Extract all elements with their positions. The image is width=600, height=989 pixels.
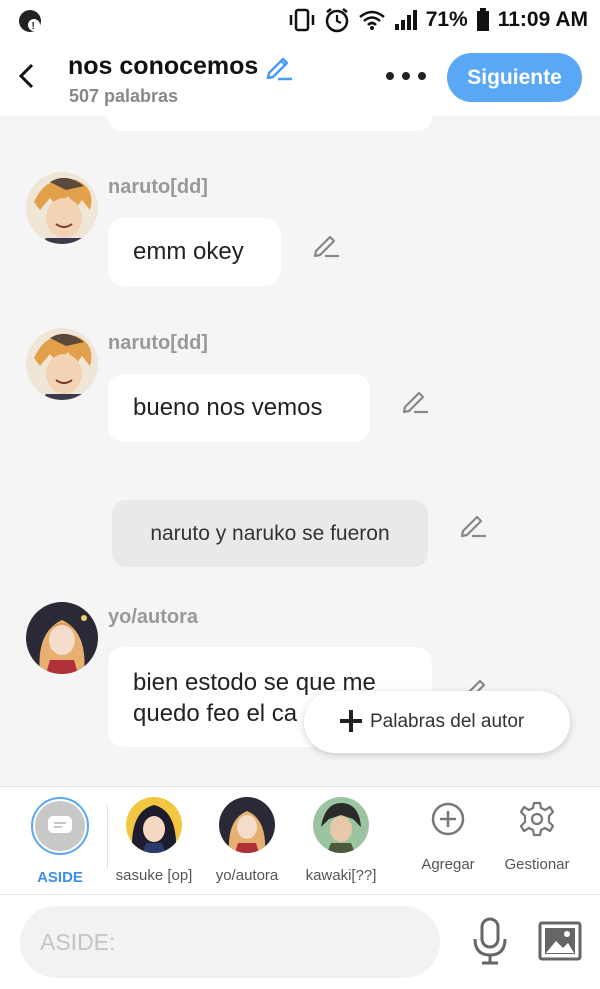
character-sasuke[interactable]: sasuke [op] bbox=[109, 797, 199, 887]
add-character-button[interactable]: Agregar bbox=[408, 801, 488, 873]
edit-title-icon[interactable] bbox=[264, 51, 294, 81]
character-avatar bbox=[313, 797, 369, 853]
plus-icon bbox=[340, 710, 362, 732]
header: nos conocemos 507 palabras Siguiente bbox=[0, 40, 600, 116]
speech-bubble-icon bbox=[48, 816, 72, 833]
avatar-image bbox=[26, 602, 98, 674]
edit-message-icon[interactable] bbox=[312, 230, 342, 260]
chat-area[interactable]: naruto[dd] emm okey naruto[dd] bueno nos… bbox=[0, 116, 600, 786]
signal-icon bbox=[394, 10, 417, 30]
character-avatar bbox=[126, 797, 182, 853]
wifi-icon bbox=[358, 10, 385, 30]
message-bubble[interactable]: bueno nos vemos bbox=[108, 374, 370, 442]
back-arrow-icon bbox=[18, 63, 34, 89]
gear-icon bbox=[519, 801, 555, 837]
avatar-image bbox=[26, 172, 98, 244]
notification-icon: ! bbox=[19, 10, 41, 32]
message-input[interactable] bbox=[20, 906, 440, 978]
story-title[interactable]: nos conocemos bbox=[68, 52, 258, 81]
dot-icon bbox=[386, 72, 394, 80]
microphone-icon[interactable] bbox=[470, 917, 510, 965]
more-options-button[interactable] bbox=[386, 64, 426, 88]
character-bar: ASIDE sasuke [op] yo/autora kawaki[??] A… bbox=[0, 786, 600, 894]
author-words-label: Palabras del autor bbox=[370, 711, 525, 732]
input-bar bbox=[0, 894, 600, 989]
image-icon[interactable] bbox=[538, 921, 582, 961]
manage-button[interactable]: Gestionar bbox=[497, 801, 577, 873]
edit-message-icon[interactable] bbox=[401, 386, 431, 416]
divider bbox=[107, 805, 108, 869]
character-label: kawaki[??] bbox=[305, 867, 377, 884]
next-button[interactable]: Siguiente bbox=[447, 53, 582, 102]
character-kawaki[interactable]: kawaki[??] bbox=[296, 797, 386, 887]
author-words-button[interactable]: Palabras del autor bbox=[304, 691, 570, 753]
status-bar: ! 71% 11:09 AM bbox=[0, 0, 600, 40]
add-circle-icon bbox=[431, 802, 465, 836]
character-yo-autora[interactable]: yo/autora bbox=[202, 797, 292, 887]
character-avatar bbox=[219, 797, 275, 853]
clock: 11:09 AM bbox=[497, 8, 588, 31]
author-name: naruto[dd] bbox=[108, 176, 208, 198]
alarm-icon bbox=[325, 8, 348, 33]
dot-icon bbox=[402, 72, 410, 80]
character-label: yo/autora bbox=[215, 867, 279, 884]
battery-icon bbox=[476, 8, 489, 31]
status-icons: 71% 11:09 AM bbox=[288, 6, 588, 34]
avatar-naruto[interactable] bbox=[26, 328, 98, 400]
avatar-image bbox=[26, 328, 98, 400]
aside-ring bbox=[31, 797, 89, 855]
avatar-naruto[interactable] bbox=[26, 172, 98, 244]
message-bubble[interactable]: emm okey bbox=[108, 218, 281, 286]
character-label: sasuke [op] bbox=[115, 867, 193, 884]
previous-message-bubble[interactable] bbox=[108, 116, 432, 131]
svg-text:!: ! bbox=[32, 21, 35, 32]
vibrate-icon bbox=[289, 8, 314, 32]
avatar-yo-autora[interactable] bbox=[26, 602, 98, 674]
author-name: naruto[dd] bbox=[108, 332, 208, 354]
edit-message-icon[interactable] bbox=[459, 510, 489, 540]
character-label: ASIDE bbox=[37, 869, 83, 886]
narration-bubble[interactable]: naruto y naruko se fueron bbox=[112, 500, 428, 567]
word-count: 507 palabras bbox=[69, 86, 179, 106]
aside-avatar bbox=[35, 801, 85, 851]
author-name: yo/autora bbox=[108, 606, 199, 628]
back-button[interactable] bbox=[12, 58, 42, 94]
dot-icon bbox=[418, 72, 426, 80]
add-label: Agregar bbox=[421, 856, 475, 873]
battery-percent: 71% bbox=[425, 8, 468, 31]
manage-label: Gestionar bbox=[504, 856, 570, 873]
character-aside[interactable]: ASIDE bbox=[15, 797, 105, 887]
